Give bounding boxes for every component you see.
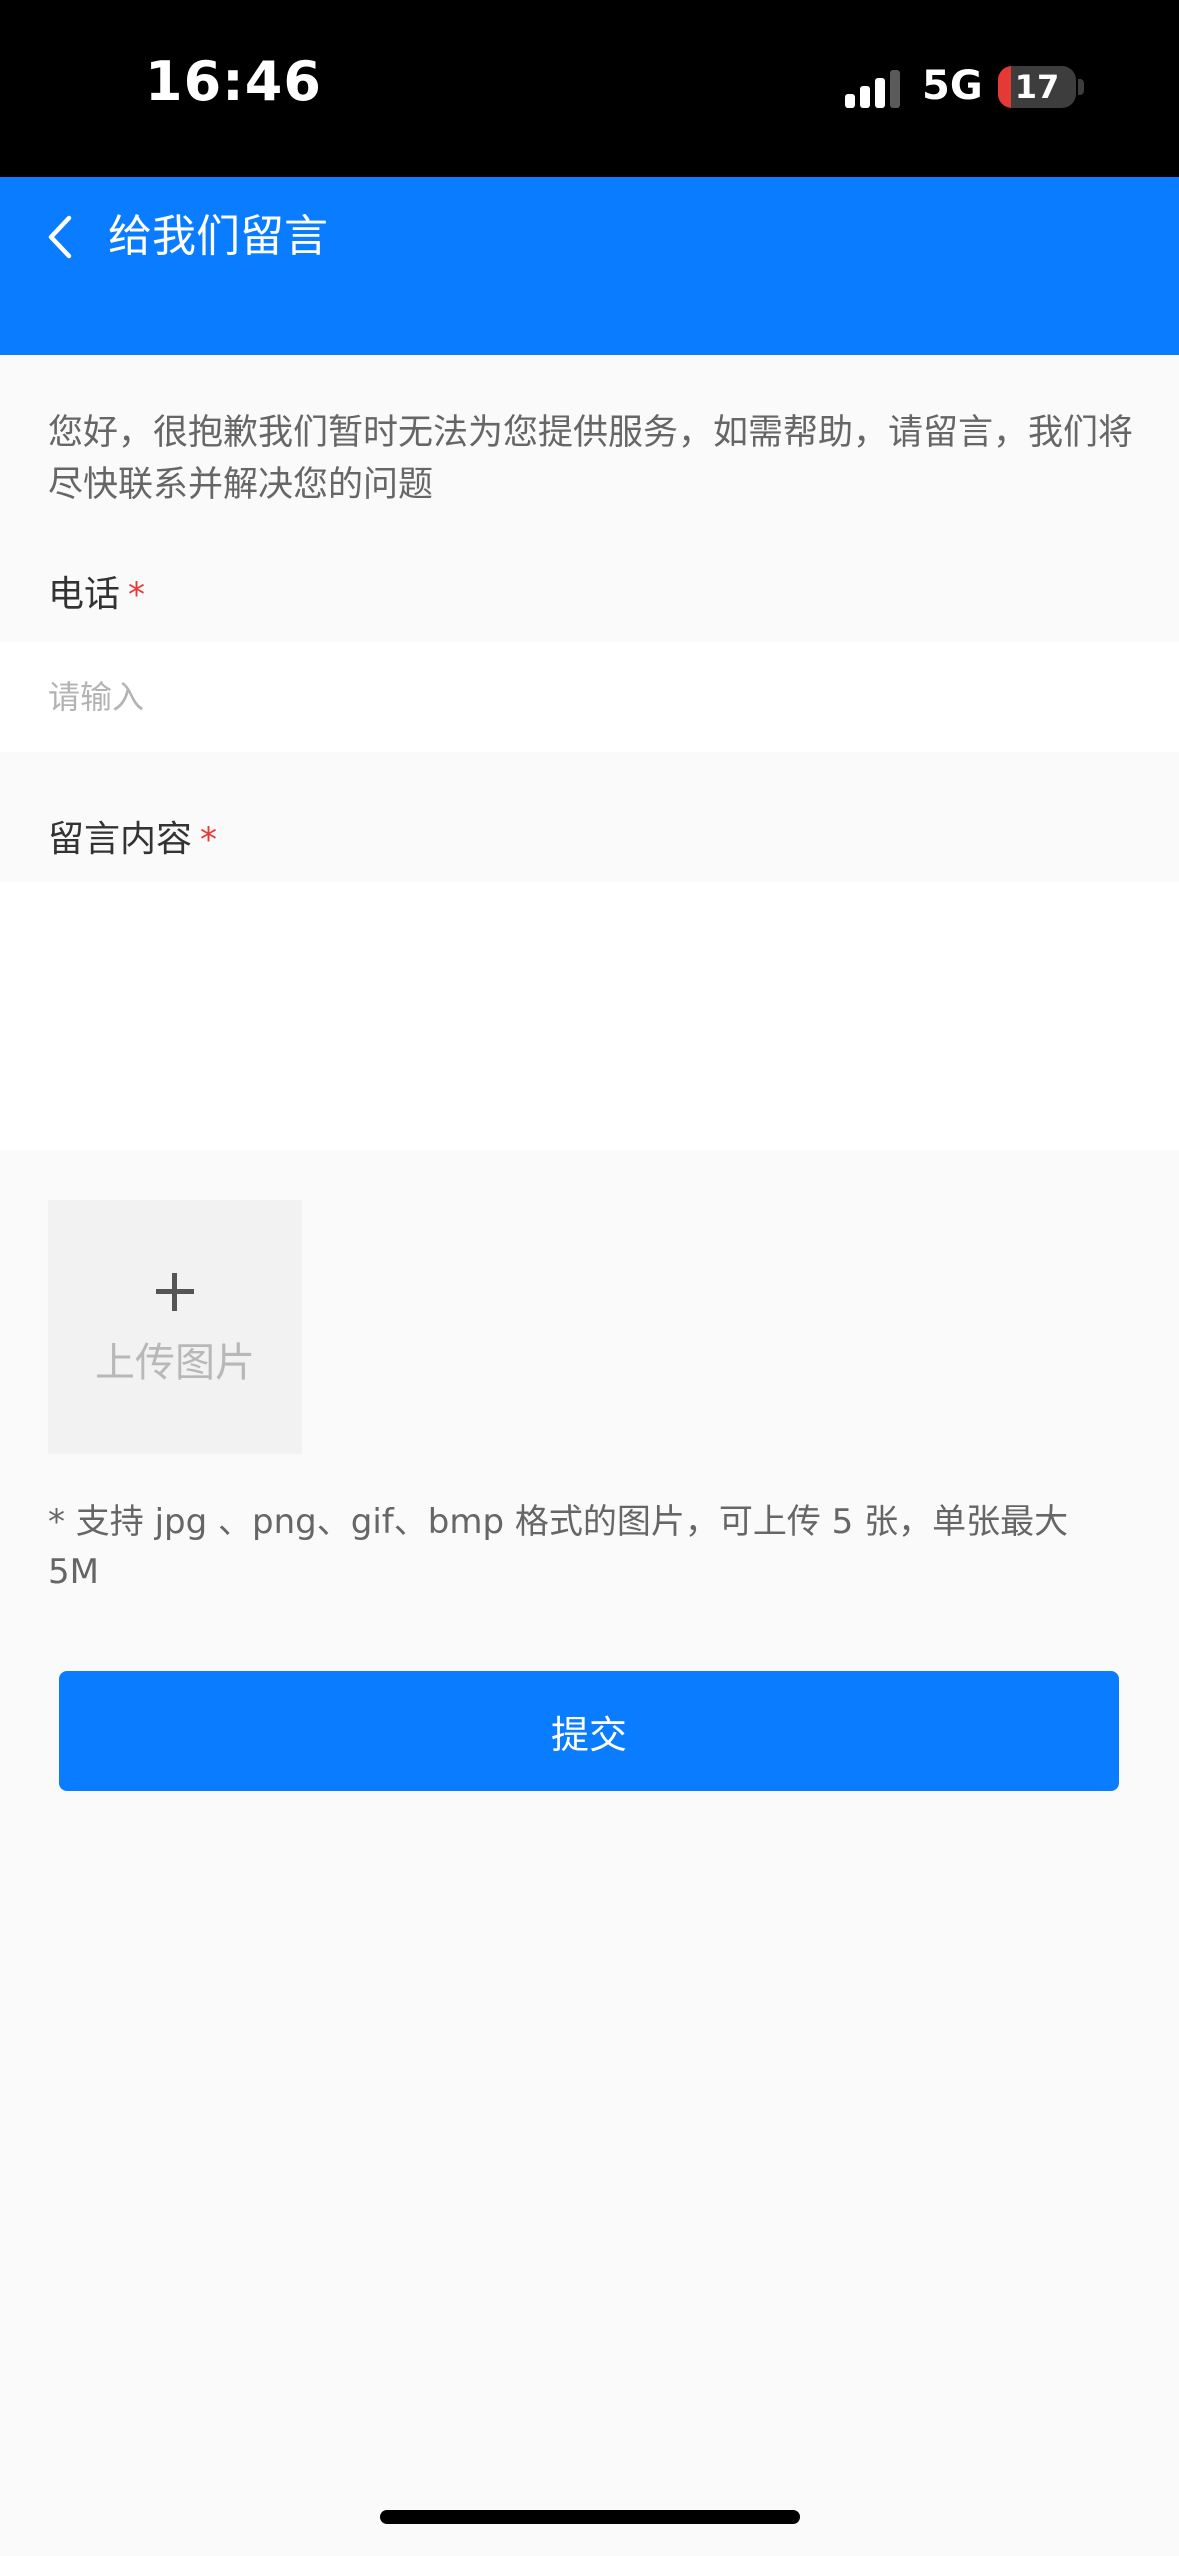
message-input[interactable]	[0, 882, 1179, 1150]
page-title: 给我们留言	[108, 211, 328, 262]
upload-label: 上传图片	[95, 1340, 255, 1386]
battery-cap	[1078, 79, 1084, 95]
required-mark: *	[200, 820, 218, 860]
service-notice: 您好，很抱歉我们暂时无法为您提供服务，如需帮助，请留言，我们将尽快联系并解决您的…	[48, 413, 1134, 505]
network-type: 5G	[922, 63, 983, 109]
phone-label: 电话 *	[48, 565, 145, 617]
back-button[interactable]	[30, 202, 90, 272]
submit-button[interactable]: 提交	[59, 1671, 1119, 1791]
chevron-left-icon	[48, 215, 72, 259]
message-label: 留言内容 *	[48, 810, 217, 862]
signal-strength-icon	[845, 70, 900, 108]
plus-icon	[156, 1273, 194, 1311]
nav-bar: 给我们留言	[0, 177, 1179, 355]
battery-level: 17	[1014, 68, 1060, 106]
status-time: 16:46	[145, 50, 322, 113]
upload-tip: * 支持 jpg 、png、gif、bmp 格式的图片，可上传 5 张，单张最大…	[48, 1502, 1069, 1592]
message-label-text: 留言内容	[48, 819, 193, 860]
status-bar: 16:46 5G 17	[0, 0, 1179, 177]
upload-image-button[interactable]: 上传图片	[48, 1200, 302, 1454]
phone-input[interactable]	[0, 642, 1179, 752]
battery-icon: 17	[998, 66, 1076, 108]
home-indicator[interactable]	[380, 2510, 800, 2524]
phone-label-text: 电话	[48, 574, 121, 615]
required-mark: *	[128, 575, 146, 615]
